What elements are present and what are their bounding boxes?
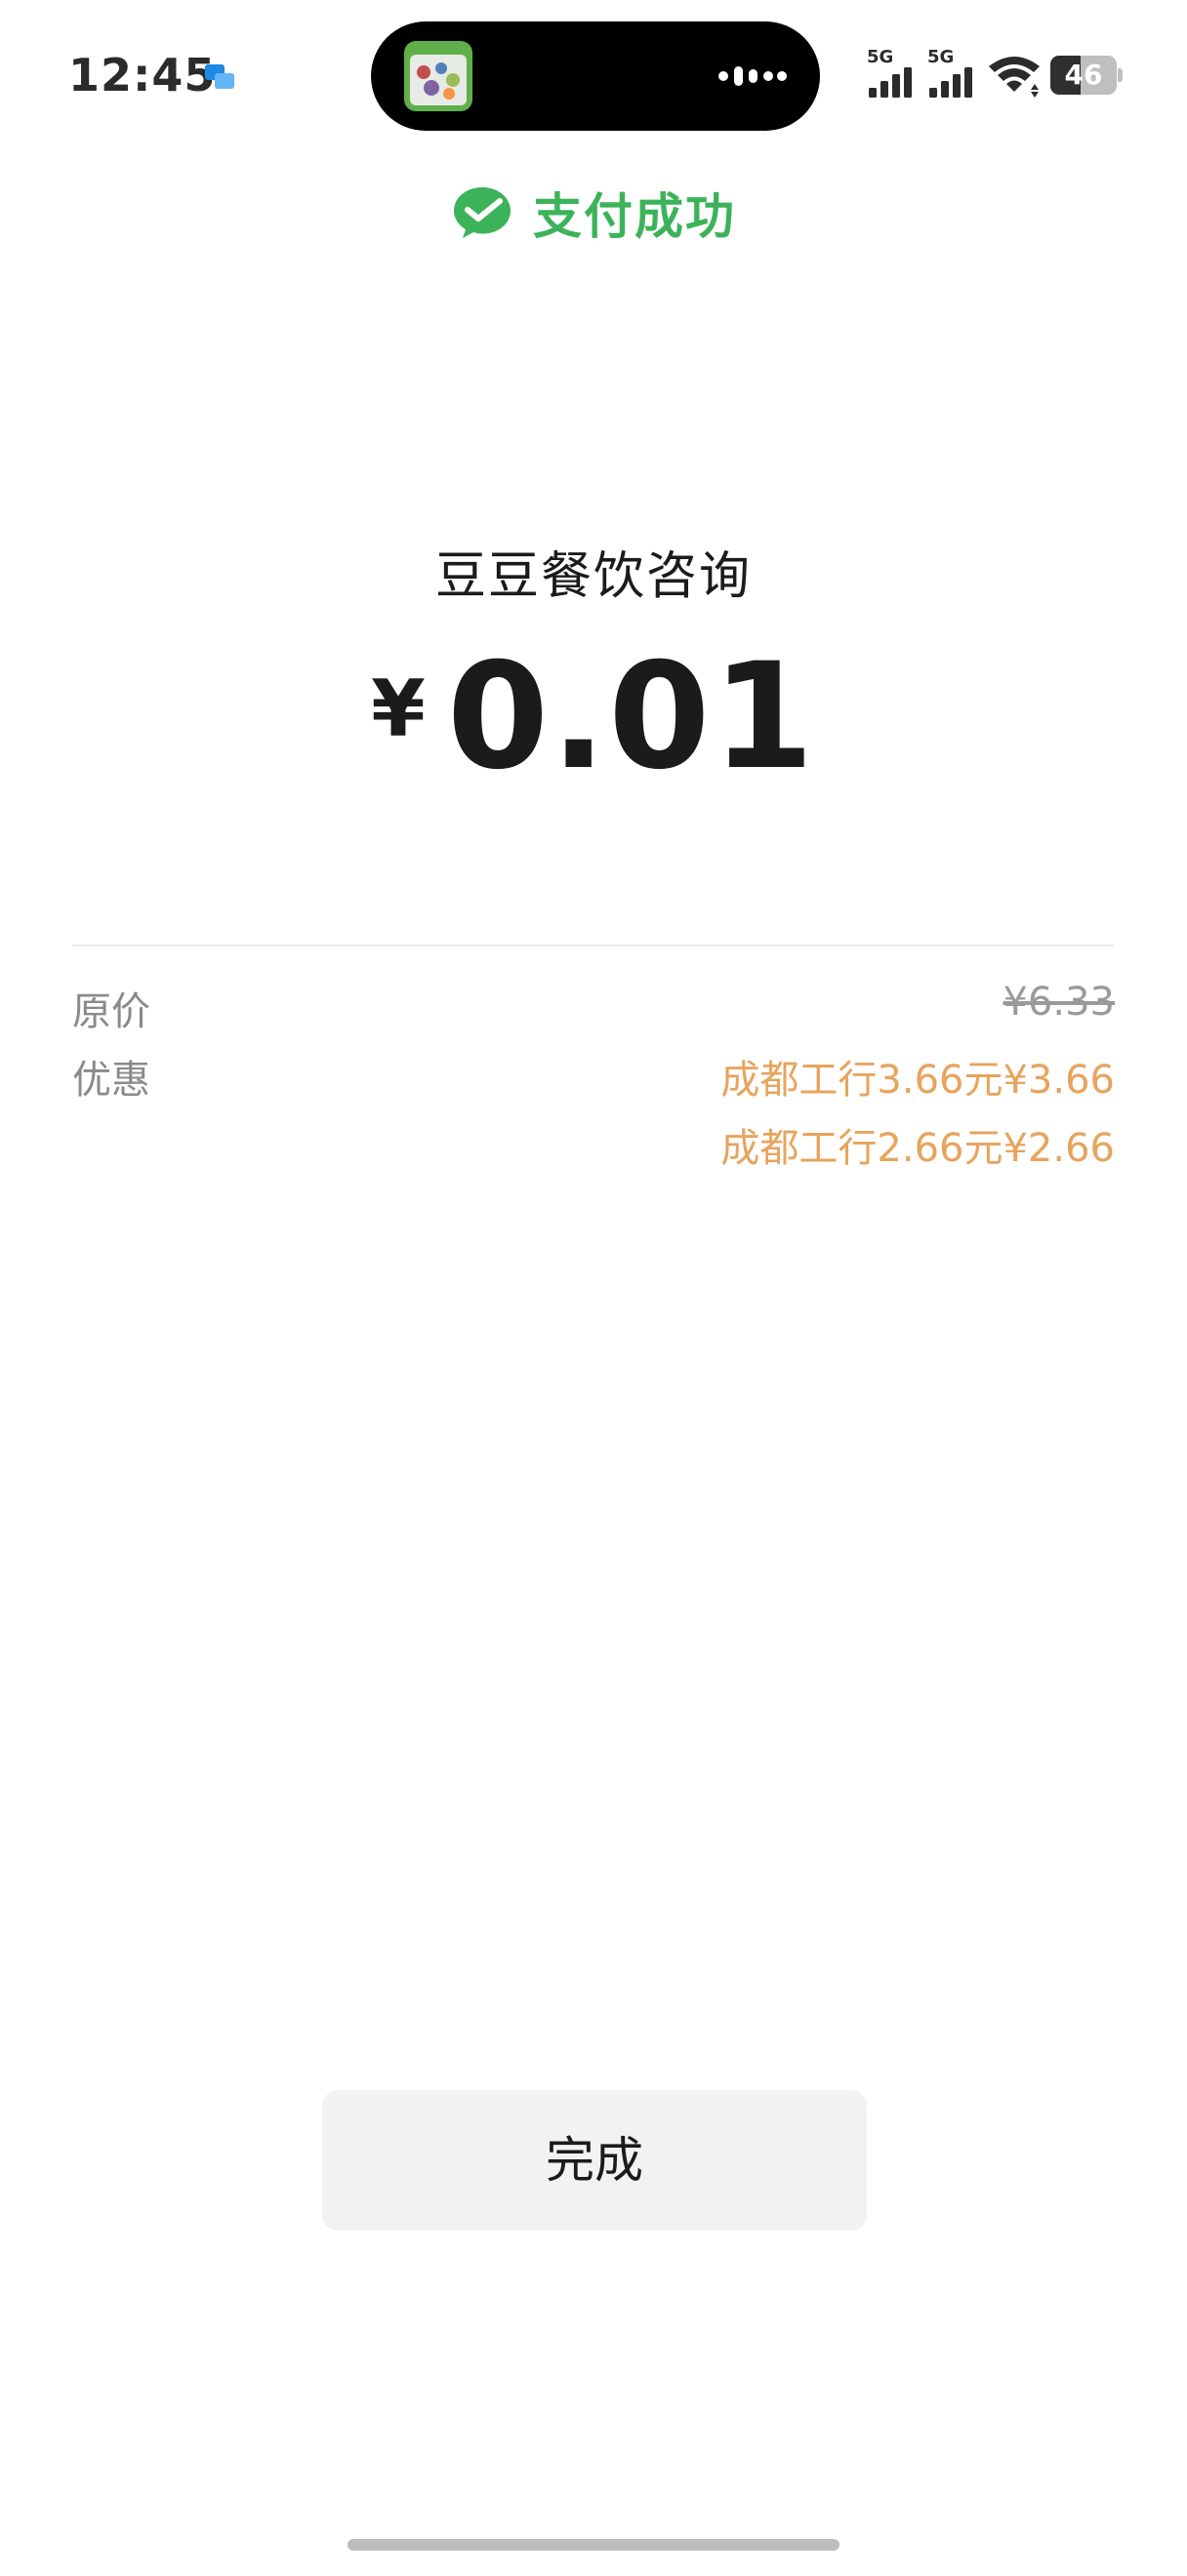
battery-percentage: 46 [1064, 59, 1103, 91]
original-price-label: 原价 [72, 989, 150, 1034]
payment-success-text: 支付成功 [533, 188, 736, 245]
discount-label: 优惠 [72, 1058, 150, 1103]
app-thumbnail-icon[interactable] [404, 41, 472, 111]
discount-item: 成都工行2.66元¥2.66 [720, 1126, 1115, 1171]
dynamic-island[interactable] [371, 21, 820, 131]
wifi-icon [986, 53, 1043, 98]
discount-row: 优惠 成都工行3.66元¥3.66 [72, 1048, 1115, 1103]
divider [72, 945, 1115, 946]
done-button[interactable]: 完成 [322, 2090, 867, 2231]
cellular-signal-1: 5G [867, 47, 918, 98]
merchant-name: 豆豆餐饮咨询 [434, 547, 752, 606]
messages-app-icon [203, 60, 236, 94]
battery-indicator: 46 [1050, 56, 1123, 95]
discount-row-2: 成都工行2.66元¥2.66 [72, 1116, 1115, 1171]
discount-item: 成都工行3.66元¥3.66 [720, 1058, 1115, 1103]
amount-display: ¥ 0.01 [0, 644, 1187, 790]
original-price-value: ¥6.33 [1003, 980, 1115, 1025]
signal-bars-icon [929, 67, 972, 98]
currency-symbol: ¥ [371, 664, 426, 754]
payment-status: 支付成功 [0, 178, 1187, 248]
audio-wave-icon [718, 64, 787, 88]
network-type-1: 5G [867, 47, 894, 67]
payment-success-screen: 12:45 5G 5G 46 支付成功 豆豆餐饮咨询 ¥ 0.01 原价 ¥6.… [0, 0, 1187, 2576]
cellular-signal-2: 5G [927, 47, 978, 98]
original-price-row: 原价 ¥6.33 [72, 980, 1115, 1034]
status-bar: 12:45 5G 5G 46 [0, 0, 1187, 146]
network-type-2: 5G [927, 47, 955, 67]
signal-bars-icon [869, 67, 912, 98]
paid-amount: 0.01 [446, 632, 816, 802]
home-indicator[interactable] [348, 2539, 839, 2551]
wechat-pay-success-icon [454, 187, 511, 238]
status-time: 12:45 [68, 49, 217, 101]
